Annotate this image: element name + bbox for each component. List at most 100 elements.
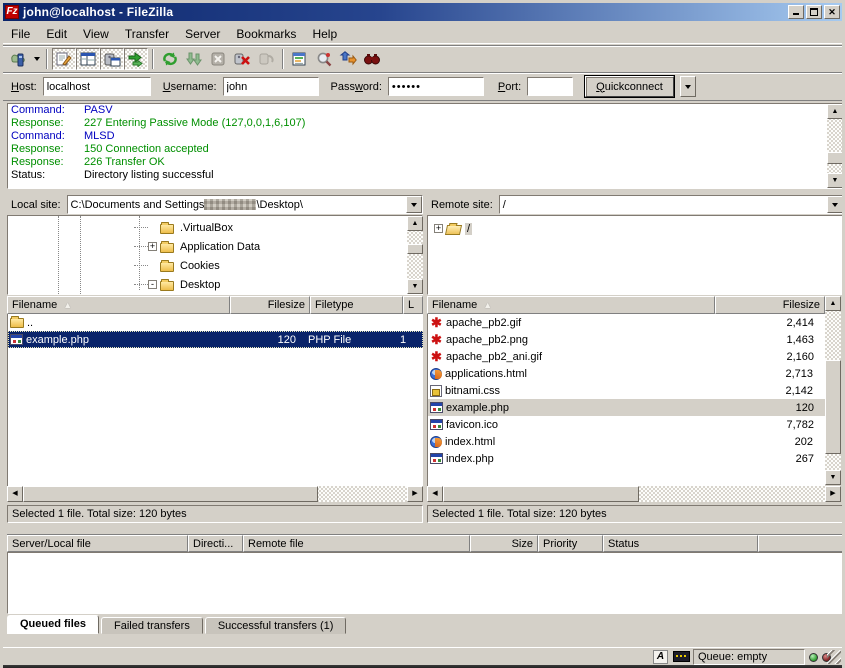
queue-col-status[interactable]: Status <box>603 535 758 552</box>
redacted-username <box>204 199 256 210</box>
remote-file-row[interactable]: favicon.ico7,782 <box>428 416 825 433</box>
port-input[interactable] <box>527 77 573 96</box>
remote-file-row[interactable]: index.html202 <box>428 433 825 450</box>
host-input[interactable] <box>43 77 151 96</box>
queue-col-remote-file[interactable]: Remote file <box>243 535 470 552</box>
menu-file[interactable]: File <box>3 25 38 43</box>
tree-item-application-data[interactable]: + Application Data <box>134 237 262 256</box>
remote-col-filesize[interactable]: Filesize <box>715 296 825 314</box>
maximize-button[interactable] <box>806 5 822 19</box>
menu-bookmarks[interactable]: Bookmarks <box>228 25 304 43</box>
local-site-row: Local site: C:\Documents and Settings\De… <box>7 195 423 214</box>
open-folder-icon <box>445 225 462 235</box>
tree-item-cookies[interactable]: Cookies <box>134 256 222 275</box>
log-scrollbar[interactable]: ▲ ▼ <box>827 104 843 188</box>
resize-grip[interactable] <box>827 650 841 664</box>
remote-list-vscrollbar[interactable]: ▲ ▼ <box>825 296 841 485</box>
quickconnect-dropdown[interactable] <box>680 76 696 97</box>
remote-path: / <box>500 199 827 211</box>
toolbar <box>3 45 842 71</box>
menu-help[interactable]: Help <box>304 25 345 43</box>
toggle-remote-tree-button[interactable] <box>100 48 124 70</box>
speed-limit-icon[interactable] <box>673 651 690 662</box>
remote-col-filename[interactable]: Filename▲ <box>427 296 715 314</box>
local-selection-status: Selected 1 file. Total size: 120 bytes <box>7 505 423 523</box>
queue-col-size[interactable]: Size <box>470 535 538 552</box>
local-site-combo[interactable]: C:\Documents and Settings\Desktop\ <box>67 195 423 214</box>
transfer-type-icon[interactable]: A <box>653 650 668 664</box>
queue-col-server-local-file[interactable]: Server/Local file <box>7 535 188 552</box>
synchronized-browsing-button[interactable] <box>336 48 360 70</box>
remote-file-row[interactable]: index.php267 <box>428 450 825 467</box>
tree-item-desktop[interactable]: - Desktop <box>134 275 222 294</box>
remote-file-row[interactable]: bitnami.css2,142 <box>428 382 825 399</box>
local-col-filetype[interactable]: Filetype <box>310 296 403 314</box>
password-label: Password: <box>331 81 382 93</box>
filter-button[interactable] <box>288 48 312 70</box>
sort-asc-icon: ▲ <box>63 300 72 310</box>
site-manager-dropdown[interactable] <box>31 49 42 69</box>
remote-file-row[interactable]: ✱apache_pb2.png1,463 <box>428 331 825 348</box>
menu-edit[interactable]: Edit <box>38 25 75 43</box>
toggle-log-button[interactable] <box>52 48 76 70</box>
title-bar[interactable]: Fz john@localhost - FileZilla ✕ <box>3 3 842 21</box>
local-file-row[interactable]: .. <box>8 314 423 331</box>
quickconnect-button[interactable]: Quickconnect <box>585 76 674 97</box>
menu-transfer[interactable]: Transfer <box>117 25 177 43</box>
tree-item-root[interactable]: + / <box>434 219 472 238</box>
remote-site-combo[interactable]: / <box>499 195 844 214</box>
queue-col-direction[interactable]: Directi... <box>188 535 243 552</box>
local-col-filesize[interactable]: Filesize <box>230 296 310 314</box>
local-col-lastmodified[interactable]: L <box>403 296 423 314</box>
local-tree: .VirtualBox + Application Data Cookies -… <box>7 215 423 295</box>
password-input[interactable] <box>388 77 484 96</box>
port-label: Port: <box>498 81 521 93</box>
tab-successful-transfers[interactable]: Successful transfers (1) <box>205 617 347 634</box>
minimize-button[interactable] <box>788 5 804 19</box>
reconnect-icon <box>257 51 275 67</box>
tab-queued-files[interactable]: Queued files <box>7 615 99 634</box>
transfer-queue-icon <box>127 51 145 67</box>
queue-col-priority[interactable]: Priority <box>538 535 603 552</box>
remote-site-row: Remote site: / <box>427 195 844 214</box>
log-line: Command:MLSD <box>8 130 843 143</box>
remote-site-dropdown[interactable] <box>827 196 843 213</box>
username-input[interactable] <box>223 77 319 96</box>
toolbar-separator <box>152 49 154 69</box>
refresh-button[interactable] <box>158 48 182 70</box>
remote-file-row[interactable]: ✱apache_pb2_ani.gif2,160 <box>428 348 825 365</box>
folder-icon <box>160 224 174 234</box>
disconnect-button[interactable] <box>230 48 254 70</box>
quickconnect-bar: Host: Username: Password: Port: Quickcon… <box>3 72 842 101</box>
tree-item-virtualbox[interactable]: .VirtualBox <box>134 218 235 237</box>
local-file-row-selected[interactable]: example.php 120 PHP File 1 <box>8 331 423 348</box>
folder-icon <box>160 281 174 291</box>
queue-size-status: Queue: empty <box>693 649 805 665</box>
directory-comparison-button[interactable] <box>312 48 336 70</box>
local-list-header: Filename▲ Filesize Filetype L <box>7 296 423 314</box>
remote-list-hscrollbar[interactable]: ◀ ▶ <box>427 486 841 502</box>
menu-server[interactable]: Server <box>177 25 228 43</box>
menu-view[interactable]: View <box>75 25 117 43</box>
tab-failed-transfers[interactable]: Failed transfers <box>101 617 203 634</box>
local-path: C:\Documents and Settings\Desktop\ <box>68 199 406 211</box>
image-file-icon: ✱ <box>430 333 443 346</box>
toggle-local-tree-button[interactable] <box>76 48 100 70</box>
remote-file-row-selected[interactable]: example.php120 <box>428 399 825 416</box>
process-queue-button[interactable] <box>182 48 206 70</box>
remote-file-row[interactable]: ✱apache_pb2.gif2,414 <box>428 314 825 331</box>
local-col-filename[interactable]: Filename▲ <box>7 296 230 314</box>
message-log: Command:PASV Response:227 Entering Passi… <box>7 103 844 189</box>
local-list-hscrollbar[interactable]: ◀ ▶ <box>7 486 423 502</box>
remote-file-row[interactable]: applications.html2,713 <box>428 365 825 382</box>
close-button[interactable]: ✕ <box>824 5 840 19</box>
sort-asc-icon: ▲ <box>483 300 492 310</box>
local-tree-scrollbar[interactable]: ▲ ▼ <box>407 216 423 294</box>
find-files-button[interactable] <box>360 48 384 70</box>
cancel-button[interactable] <box>206 48 230 70</box>
reconnect-button[interactable] <box>254 48 278 70</box>
site-manager-button[interactable] <box>7 48 31 70</box>
local-site-dropdown[interactable] <box>406 196 422 213</box>
toggle-queue-button[interactable] <box>124 48 148 70</box>
queue-list[interactable] <box>7 552 844 614</box>
